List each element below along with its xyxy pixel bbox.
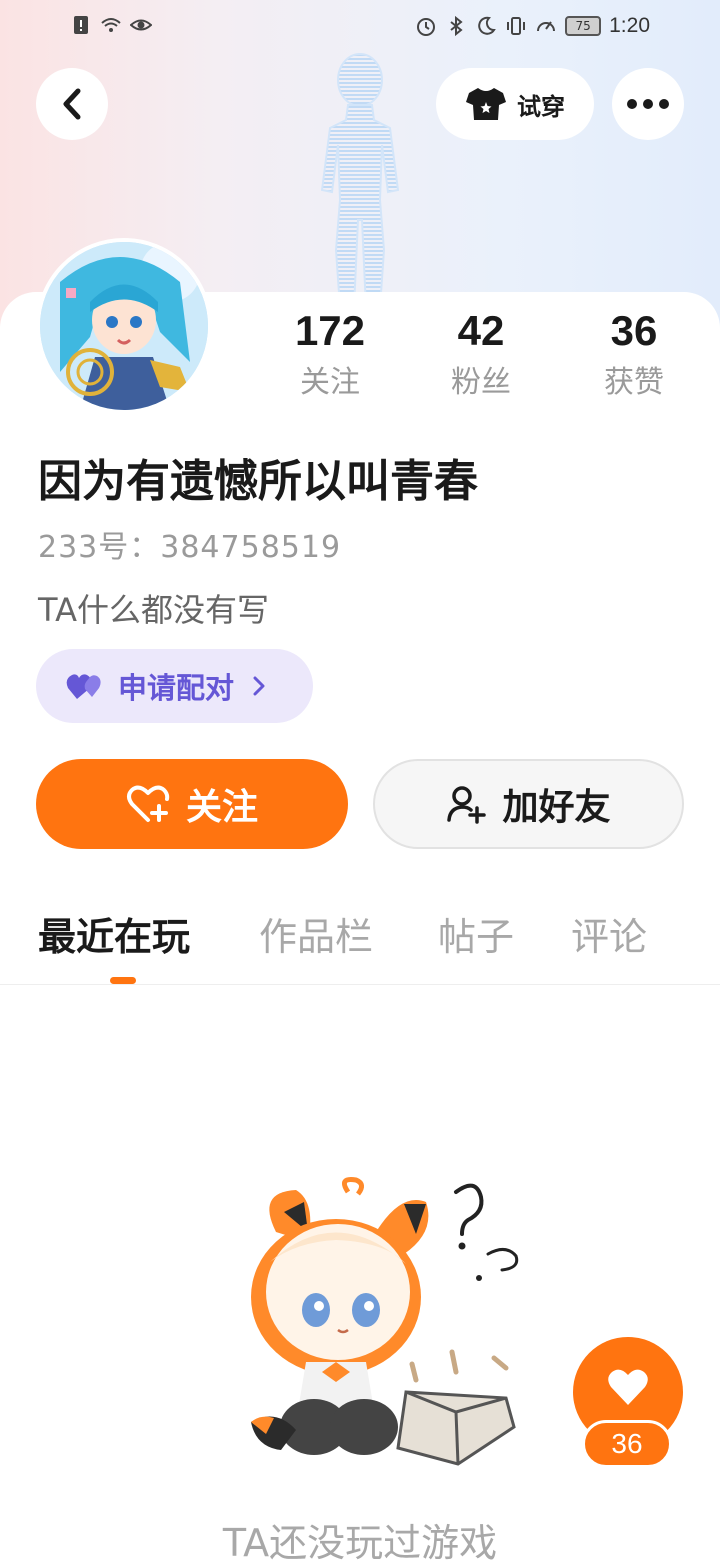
empty-state-message: TA还没玩过游戏 [222,1521,498,1560]
avatar-hologram-figure [320,53,400,309]
empty-state-mascot-illustration [251,1177,519,1466]
active-tab-indicator [110,977,136,984]
add-person-icon [447,786,487,824]
followers-stat[interactable]: 42 粉丝 [421,306,541,402]
speed-gauge-icon [537,21,556,32]
user-avatar[interactable] [36,238,212,414]
bluetooth-icon [450,15,463,37]
vibrate-icon [507,17,526,35]
user-id: 233号：384758519 [38,530,342,565]
double-heart-icon [66,674,101,699]
following-label: 关注 [300,365,360,400]
following-count: 172 [294,307,366,354]
follow-label: 关注 [185,787,258,828]
followers-count: 42 [457,307,505,354]
heart-icon [608,1369,648,1405]
user-bio: TA什么都没有写 [38,591,269,629]
try-on-label: 试穿 [517,92,565,121]
chevron-right-icon [253,676,265,696]
request-pairing-button[interactable]: 申请配对 [36,649,313,723]
tab-works[interactable]: 作品栏 [259,905,373,969]
following-stat[interactable]: 172 关注 [270,306,390,402]
tab-comments[interactable]: 评论 [571,905,647,969]
tab-posts[interactable]: 帖子 [438,905,514,969]
add-friend-button[interactable]: 加好友 [373,759,684,849]
clock-time: 1:20 [609,14,650,37]
like-count-badge: 36 [582,1420,672,1468]
chevron-left-icon [63,88,81,120]
more-options-button[interactable] [612,68,684,140]
anime-avatar-image [40,242,208,410]
followers-label: 粉丝 [451,365,511,400]
user-nickname: 因为有遗憾所以叫青春 [38,456,478,507]
alarm-icon [417,18,436,36]
back-button[interactable] [36,68,108,140]
eye-icon [130,19,152,31]
tshirt-icon [466,88,506,120]
do-not-disturb-moon-icon [478,16,496,35]
profile-tabs: 最近在玩 作品栏 帖子 评论 [0,905,720,985]
likes-stat[interactable]: 36 获赞 [574,306,694,402]
wifi-icon [101,18,121,32]
tab-recently-played[interactable]: 最近在玩 [38,905,190,969]
add-friend-label: 加好友 [502,787,611,828]
battery-level: 75 [565,16,602,36]
sim-alert-icon [74,16,88,34]
likes-label: 获赞 [604,365,664,400]
request-pairing-label: 申请配对 [118,671,235,705]
likes-count: 36 [610,307,658,354]
status-bar: 75 1:20 [0,0,720,56]
follow-button[interactable]: 关注 [36,759,348,849]
more-dots-icon [627,99,669,109]
heart-plus-icon [126,785,170,822]
try-on-button[interactable]: 试穿 [436,68,594,140]
